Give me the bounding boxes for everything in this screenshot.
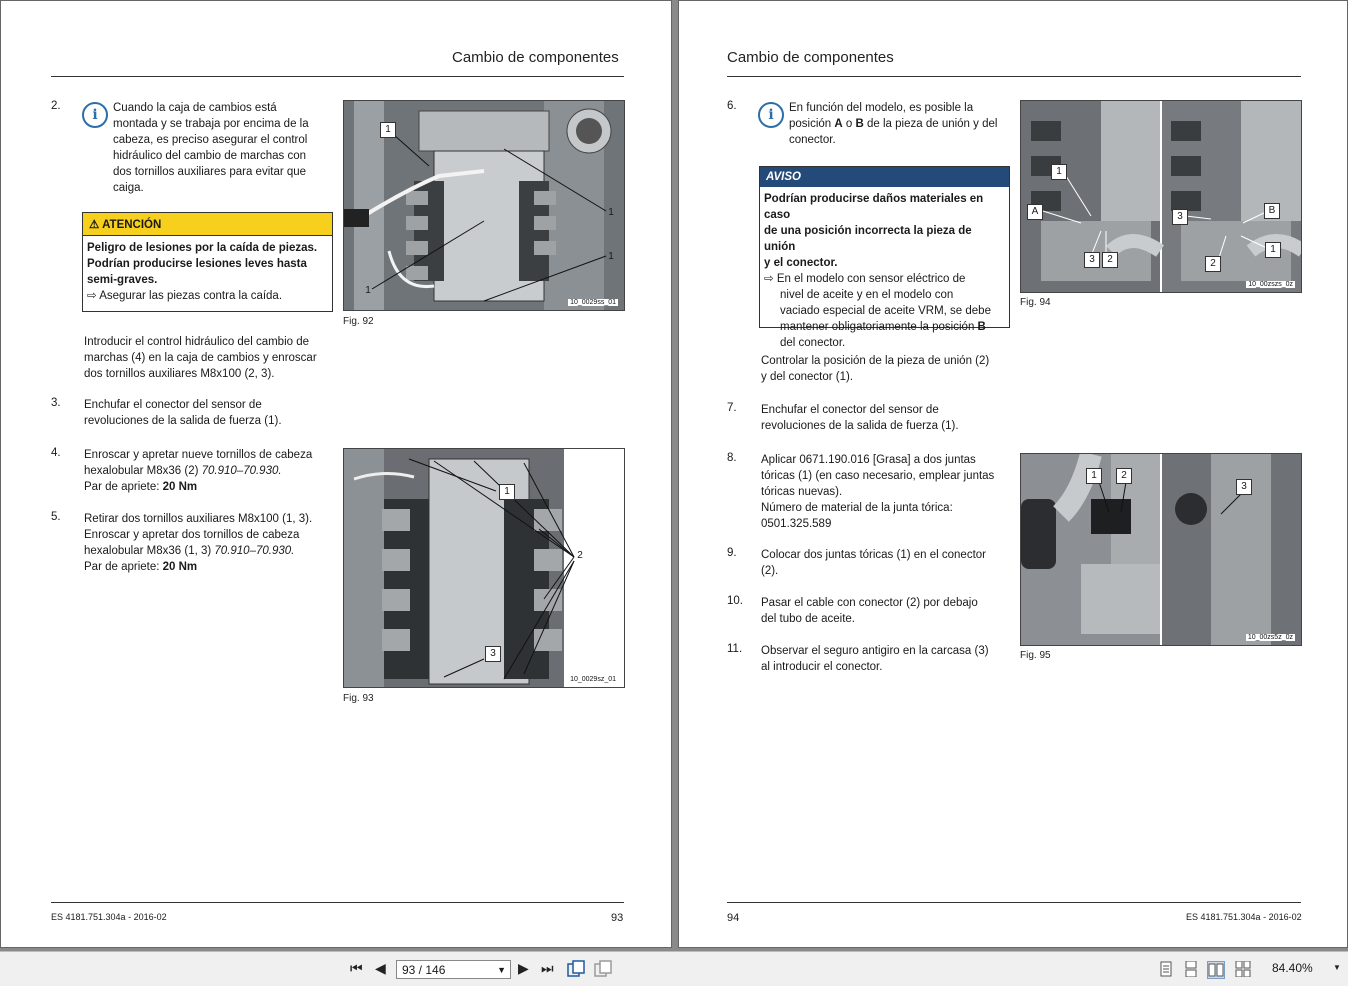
figure-caption: Fig. 94 bbox=[1020, 297, 1051, 308]
callout: 2 bbox=[1102, 252, 1118, 268]
warning-triangle-icon: ⚠ bbox=[89, 219, 100, 231]
step-number: 6. bbox=[727, 100, 737, 112]
step-number: 11. bbox=[727, 643, 743, 655]
step5-text: Retirar dos tornillos auxiliares M8x100 … bbox=[84, 513, 313, 573]
callout: 1 bbox=[499, 484, 515, 500]
page-number-select[interactable]: 93 / 146 ▼ bbox=[396, 960, 511, 979]
callout: 1 bbox=[365, 285, 371, 296]
step11-text: Observar el seguro antigiro en la carcas… bbox=[761, 645, 989, 673]
step2-body: Introducir el control hidráulico del cam… bbox=[84, 336, 317, 380]
step-number: 10. bbox=[727, 595, 743, 607]
fig94-illustration bbox=[1021, 101, 1301, 292]
callout: 1 bbox=[608, 207, 614, 218]
figure-94-image: 1 A 3 2 3 B 2 1 10_00zszs_0z bbox=[1020, 100, 1302, 293]
callout: 3 bbox=[485, 646, 501, 662]
continuous-view-icon[interactable] bbox=[1183, 961, 1199, 977]
step8-text: Aplicar 0671.190.016 [Grasa] a dos junta… bbox=[761, 454, 995, 530]
figure-caption: Fig. 92 bbox=[343, 316, 374, 327]
callout: 3 bbox=[1084, 252, 1100, 268]
notice-box: AVISO Podrían producirse daños materiale… bbox=[759, 166, 1010, 349]
fig95-illustration bbox=[1021, 454, 1301, 645]
figure-code: 10_00zs5z_0z bbox=[1245, 634, 1295, 641]
figure-caption: Fig. 95 bbox=[1020, 650, 1051, 661]
page-header-title: Cambio de componentes bbox=[452, 49, 619, 66]
info-icon: i bbox=[758, 102, 784, 128]
left-page: Cambio de componentes 2. i Cuando la caj… bbox=[0, 0, 672, 948]
zoom-level[interactable]: 84.40% bbox=[1272, 961, 1313, 975]
figure-code: 10_0029ss_01 bbox=[568, 299, 618, 306]
first-page-icon[interactable]: ⏮ bbox=[350, 960, 363, 977]
notice-title: AVISO bbox=[760, 167, 1009, 187]
callout: 2 bbox=[577, 550, 583, 561]
step6-body: Controlar la posición de la pieza de uni… bbox=[761, 355, 990, 383]
warning-body: Peligro de lesiones por la caída de piez… bbox=[87, 242, 318, 302]
warning-box: ⚠ ATENCIÓN Peligro de lesiones por la ca… bbox=[82, 212, 333, 312]
chevron-down-icon: ▼ bbox=[497, 965, 506, 975]
step-number: 2. bbox=[51, 100, 61, 112]
callout: 1 bbox=[1265, 242, 1281, 258]
info-text: Cuando la caja de cambios está montada y… bbox=[113, 102, 309, 194]
single-page-view-icon[interactable] bbox=[1158, 961, 1174, 977]
previous-page-icon[interactable]: ◀ bbox=[375, 960, 386, 977]
callout: 1 bbox=[380, 122, 396, 138]
header-rule bbox=[51, 76, 624, 77]
warning-title: ATENCIÓN bbox=[102, 219, 162, 231]
footer-rule bbox=[51, 902, 624, 903]
info-icon: i bbox=[82, 102, 108, 128]
page-number: 93 bbox=[611, 912, 624, 924]
step3-text: Enchufar el conector del sensor de revol… bbox=[84, 399, 282, 427]
step-number: 3. bbox=[51, 397, 61, 409]
callout: 3 bbox=[1172, 209, 1188, 225]
footer-doc-code: ES 4181.751.304a - 2016-02 bbox=[1186, 912, 1302, 922]
step-number: 9. bbox=[727, 547, 737, 559]
step10-text: Pasar el cable con conector (2) por deba… bbox=[761, 597, 978, 625]
page-number: 94 bbox=[727, 912, 740, 924]
header-rule bbox=[727, 76, 1301, 77]
callout: 1 bbox=[608, 251, 614, 262]
next-page-icon[interactable]: ▶ bbox=[518, 960, 529, 977]
footer-doc-code: ES 4181.751.304a - 2016-02 bbox=[51, 912, 167, 922]
step-number: 7. bbox=[727, 402, 737, 414]
callout: 1 bbox=[1086, 468, 1102, 484]
figure-95-image: 1 2 3 10_00zs5z_0z bbox=[1020, 453, 1302, 646]
callout: B bbox=[1264, 203, 1280, 219]
page-header-title: Cambio de componentes bbox=[727, 49, 894, 66]
info-text: En función del modelo, es posible la pos… bbox=[789, 102, 998, 146]
last-page-icon[interactable]: ⏭ bbox=[541, 960, 554, 977]
step-number: 8. bbox=[727, 452, 737, 464]
figure-code: 10_0029sz_01 bbox=[568, 676, 618, 683]
figure-93-image: 1 2 3 10_0029sz_01 bbox=[343, 448, 625, 688]
two-page-continuous-icon[interactable] bbox=[1235, 961, 1251, 977]
copy-page-icon[interactable] bbox=[594, 960, 612, 978]
callout: 3 bbox=[1236, 479, 1252, 495]
warning-header: ⚠ ATENCIÓN bbox=[83, 213, 332, 236]
right-page: Cambio de componentes 6. i En función de… bbox=[678, 0, 1348, 948]
callout: 1 bbox=[1051, 164, 1067, 180]
step4-text: Enroscar y apretar nueve tornillos de ca… bbox=[84, 449, 313, 493]
step9-text: Colocar dos juntas tóricas (1) en el con… bbox=[761, 549, 986, 577]
notice-body: Podrían producirse daños materiales en c… bbox=[764, 193, 991, 349]
step-number: 5. bbox=[51, 511, 61, 523]
step-number: 4. bbox=[51, 447, 61, 459]
figure-code: 10_00zszs_0z bbox=[1246, 281, 1295, 288]
viewer-toolbar: ⏮ ◀ 93 / 146 ▼ ▶ ⏭ 84.40% ▼ bbox=[0, 951, 1348, 986]
figure-92-image: 1 1 1 1 10_0029ss_01 bbox=[343, 100, 625, 311]
callout: A bbox=[1027, 204, 1043, 220]
two-page-view-icon[interactable] bbox=[1207, 961, 1225, 979]
rotate-view-icon[interactable] bbox=[567, 960, 585, 978]
zoom-dropdown-icon[interactable]: ▼ bbox=[1333, 963, 1341, 972]
footer-rule bbox=[727, 902, 1301, 903]
callout: 2 bbox=[1205, 256, 1221, 272]
arrow-right-icon: ⇨ bbox=[764, 273, 777, 285]
arrow-right-icon: ⇨ bbox=[87, 290, 100, 302]
step7-text: Enchufar el conector del sensor de revol… bbox=[761, 404, 959, 432]
callout: 2 bbox=[1116, 468, 1132, 484]
figure-caption: Fig. 93 bbox=[343, 693, 374, 704]
